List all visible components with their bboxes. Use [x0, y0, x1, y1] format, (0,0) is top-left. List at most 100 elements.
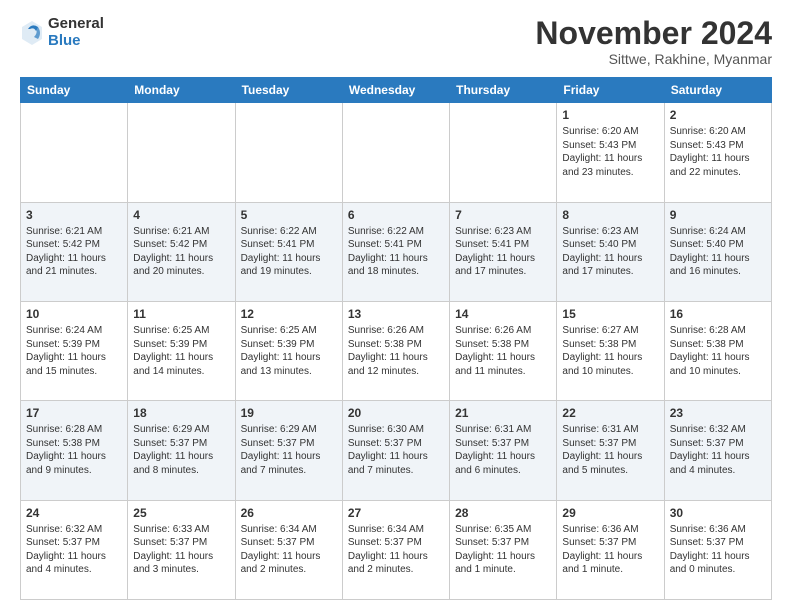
logo-icon: [20, 19, 44, 47]
calendar-week-row: 17Sunrise: 6:28 AMSunset: 5:38 PMDayligh…: [21, 401, 772, 500]
daylight-text: Daylight: 11 hours and 22 minutes.: [670, 153, 750, 178]
table-row: 16Sunrise: 6:28 AMSunset: 5:38 PMDayligh…: [664, 301, 771, 400]
sunrise-text: Sunrise: 6:21 AM: [26, 226, 102, 237]
calendar-page: General Blue November 2024 Sittwe, Rakhi…: [0, 0, 792, 612]
header-sunday: Sunday: [21, 78, 128, 103]
day-number: 28: [455, 505, 551, 521]
table-row: 1Sunrise: 6:20 AMSunset: 5:43 PMDaylight…: [557, 103, 664, 202]
day-number: 6: [348, 207, 444, 223]
day-number: 30: [670, 505, 766, 521]
daylight-text: Daylight: 11 hours and 6 minutes.: [455, 451, 535, 476]
table-row: 9Sunrise: 6:24 AMSunset: 5:40 PMDaylight…: [664, 202, 771, 301]
sunset-text: Sunset: 5:42 PM: [133, 239, 207, 250]
day-number: 10: [26, 306, 122, 322]
day-number: 17: [26, 405, 122, 421]
table-row: 17Sunrise: 6:28 AMSunset: 5:38 PMDayligh…: [21, 401, 128, 500]
daylight-text: Daylight: 11 hours and 17 minutes.: [562, 253, 642, 278]
daylight-text: Daylight: 11 hours and 18 minutes.: [348, 253, 428, 278]
table-row: 4 Sunrise: 6:21 AM Sunset: 5:42 PM Daylight…: [128, 202, 235, 301]
header: General Blue November 2024 Sittwe, Rakhi…: [20, 16, 772, 67]
sunrise-text: Sunrise: 6:33 AM: [133, 524, 209, 535]
sunrise-text: Sunrise: 6:23 AM: [455, 226, 531, 237]
daylight-text: Daylight: 11 hours and 11 minutes.: [455, 352, 535, 377]
table-row: 2Sunrise: 6:20 AMSunset: 5:43 PMDaylight…: [664, 103, 771, 202]
table-row: 30Sunrise: 6:36 AMSunset: 5:37 PMDayligh…: [664, 500, 771, 599]
daylight-text: Daylight: 11 hours and 23 minutes.: [562, 153, 642, 178]
day-number: 22: [562, 405, 658, 421]
day-number: 13: [348, 306, 444, 322]
month-title: November 2024: [535, 16, 772, 51]
sunset-text: Sunset: 5:37 PM: [348, 438, 422, 449]
table-row: [235, 103, 342, 202]
sunset-text: Sunset: 5:38 PM: [26, 438, 100, 449]
table-row: [21, 103, 128, 202]
table-row: 18Sunrise: 6:29 AMSunset: 5:37 PMDayligh…: [128, 401, 235, 500]
table-row: 12Sunrise: 6:25 AMSunset: 5:39 PMDayligh…: [235, 301, 342, 400]
table-row: 5Sunrise: 6:22 AMSunset: 5:41 PMDaylight…: [235, 202, 342, 301]
day-number: 14: [455, 306, 551, 322]
day-number: 4: [133, 207, 229, 223]
sunrise-text: Sunrise: 6:20 AM: [670, 126, 746, 137]
daylight-text: Daylight: 11 hours and 7 minutes.: [348, 451, 428, 476]
sunrise-text: Sunrise: 6:31 AM: [562, 424, 638, 435]
daylight-text: Daylight: 11 hours and 10 minutes.: [562, 352, 642, 377]
header-thursday: Thursday: [450, 78, 557, 103]
day-number: 15: [562, 306, 658, 322]
day-number: 24: [26, 505, 122, 521]
daylight-text: Daylight: 11 hours and 9 minutes.: [26, 451, 106, 476]
daylight-text: Daylight: 11 hours and 20 minutes.: [133, 253, 213, 278]
table-row: 6Sunrise: 6:22 AMSunset: 5:41 PMDaylight…: [342, 202, 449, 301]
table-row: 29Sunrise: 6:36 AMSunset: 5:37 PMDayligh…: [557, 500, 664, 599]
table-row: 26Sunrise: 6:34 AMSunset: 5:37 PMDayligh…: [235, 500, 342, 599]
table-row: [128, 103, 235, 202]
day-number: 27: [348, 505, 444, 521]
day-number: 25: [133, 505, 229, 521]
sunrise-text: Sunrise: 6:20 AM: [562, 126, 638, 137]
title-block: November 2024 Sittwe, Rakhine, Myanmar: [535, 16, 772, 67]
table-row: 10Sunrise: 6:24 AMSunset: 5:39 PMDayligh…: [21, 301, 128, 400]
table-row: 20Sunrise: 6:30 AMSunset: 5:37 PMDayligh…: [342, 401, 449, 500]
daylight-text: Daylight: 11 hours and 15 minutes.: [26, 352, 106, 377]
sunset-text: Sunset: 5:38 PM: [562, 339, 636, 350]
sunset-text: Sunset: 5:37 PM: [133, 438, 207, 449]
day-number: 3: [26, 207, 122, 223]
logo-text: General Blue: [48, 16, 104, 49]
sunset-text: Sunset: 5:40 PM: [562, 239, 636, 250]
sunrise-text: Sunrise: 6:29 AM: [241, 424, 317, 435]
sunrise-text: Sunrise: 6:25 AM: [133, 325, 209, 336]
logo-blue-text: Blue: [48, 33, 104, 50]
sunset-text: Sunset: 5:37 PM: [455, 537, 529, 548]
daylight-text: Daylight: 11 hours and 13 minutes.: [241, 352, 321, 377]
day-number: 11: [133, 306, 229, 322]
sunrise-text: Sunrise: 6:36 AM: [670, 524, 746, 535]
daylight-text: Daylight: 11 hours and 4 minutes.: [26, 551, 106, 576]
sunset-text: Sunset: 5:42 PM: [26, 239, 100, 250]
daylight-text: Daylight: 11 hours and 2 minutes.: [348, 551, 428, 576]
sunrise-text: Sunrise: 6:26 AM: [348, 325, 424, 336]
day-number: 16: [670, 306, 766, 322]
calendar-table: Sunday Monday Tuesday Wednesday Thursday…: [20, 77, 772, 600]
day-number: 21: [455, 405, 551, 421]
sunset-text: Sunset: 5:41 PM: [348, 239, 422, 250]
sunrise-text: Sunrise: 6:34 AM: [241, 524, 317, 535]
daylight-text: Daylight: 11 hours and 4 minutes.: [670, 451, 750, 476]
logo-general-text: General: [48, 16, 104, 33]
sunrise-text: Sunrise: 6:21 AM: [133, 226, 209, 237]
day-number: 5: [241, 207, 337, 223]
sunset-text: Sunset: 5:40 PM: [670, 239, 744, 250]
sunrise-text: Sunrise: 6:35 AM: [455, 524, 531, 535]
table-row: 21Sunrise: 6:31 AMSunset: 5:37 PMDayligh…: [450, 401, 557, 500]
sunrise-text: Sunrise: 6:24 AM: [26, 325, 102, 336]
header-wednesday: Wednesday: [342, 78, 449, 103]
table-row: 27Sunrise: 6:34 AMSunset: 5:37 PMDayligh…: [342, 500, 449, 599]
weekday-header-row: Sunday Monday Tuesday Wednesday Thursday…: [21, 78, 772, 103]
day-number: 1: [562, 107, 658, 123]
calendar-week-row: 3 Sunrise: 6:21 AM Sunset: 5:42 PM Daylight…: [21, 202, 772, 301]
calendar-week-row: 1Sunrise: 6:20 AMSunset: 5:43 PMDaylight…: [21, 103, 772, 202]
calendar-week-row: 24Sunrise: 6:32 AMSunset: 5:37 PMDayligh…: [21, 500, 772, 599]
daylight-text: Daylight: 11 hours and 7 minutes.: [241, 451, 321, 476]
table-row: 23Sunrise: 6:32 AMSunset: 5:37 PMDayligh…: [664, 401, 771, 500]
sunrise-text: Sunrise: 6:22 AM: [241, 226, 317, 237]
calendar-week-row: 10Sunrise: 6:24 AMSunset: 5:39 PMDayligh…: [21, 301, 772, 400]
sunrise-text: Sunrise: 6:30 AM: [348, 424, 424, 435]
